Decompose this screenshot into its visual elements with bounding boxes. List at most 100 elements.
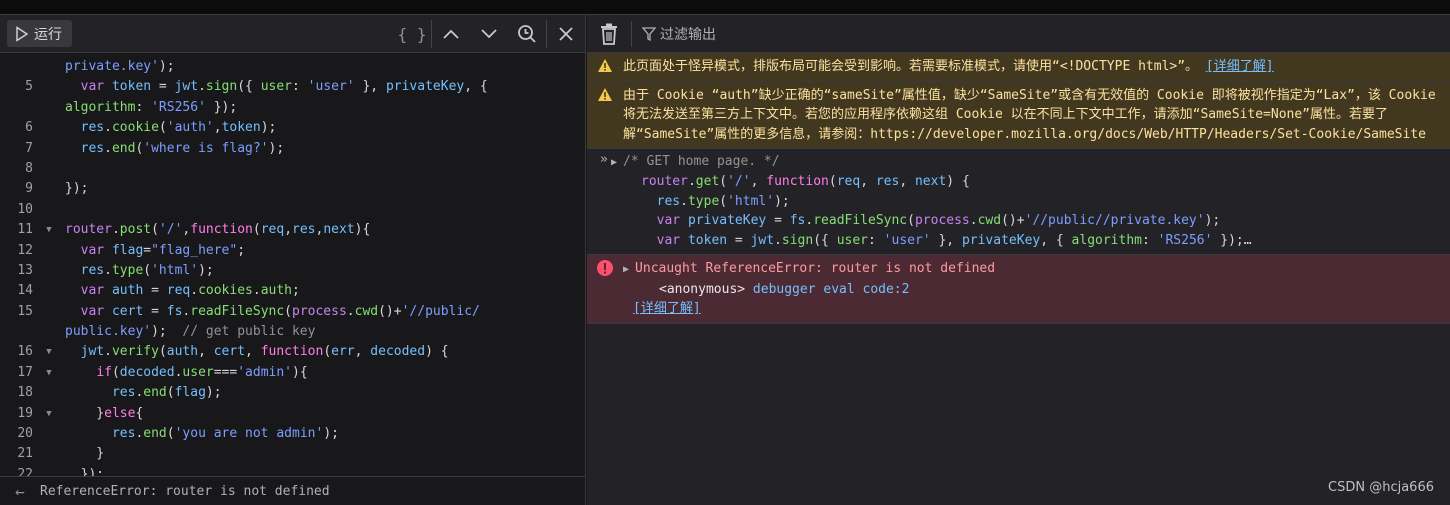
run-button[interactable]: 运行 — [7, 20, 72, 47]
code-line: 22 }); — [0, 465, 585, 476]
fold-arrow-icon[interactable]: ▼ — [33, 342, 65, 362]
code-token: get — [695, 174, 720, 190]
code-token: ()+ — [1001, 213, 1025, 229]
code-token: ( — [907, 213, 915, 229]
learn-more-link[interactable]: [详细了解] — [633, 301, 701, 316]
code-token: ); — [198, 262, 214, 278]
code-token: decoded — [119, 364, 175, 380]
stack-frame-location[interactable]: debugger eval code:2 — [753, 282, 910, 297]
console-input-line: var privateKey = fs. readFileSync(process… — [625, 211, 1252, 230]
line-number: 6 — [25, 120, 33, 136]
code-token: '//public/ — [401, 303, 480, 319]
code-token: var — [656, 213, 681, 229]
code-token: end — [143, 385, 167, 401]
code-token: ( — [828, 174, 837, 190]
expand-triangle-icon[interactable]: ▶ — [623, 264, 635, 275]
code-line: 11 ▼ router.post('/',function(req,res,next… — [0, 220, 585, 240]
code-token: . — [252, 283, 261, 299]
learn-more-link[interactable]: [详细了解] — [1206, 59, 1274, 74]
code-token: 'user' — [307, 79, 355, 95]
code-token: res — [111, 385, 136, 401]
code-token: res — [80, 140, 105, 156]
code-token: user — [836, 232, 869, 248]
code-text: }else{ — [65, 404, 585, 424]
code-token: . — [687, 174, 696, 190]
code-token: var — [80, 283, 105, 299]
gutter-spacer — [33, 322, 65, 342]
chevron-down-icon[interactable] — [470, 15, 508, 53]
warning-text: 此页面处于怪异模式，排版布局可能会受到影响。若需要标准模式，请使用“<!DOCT… — [623, 59, 1206, 74]
line-number: 13 — [17, 262, 33, 278]
editor-status-bar: ← ReferenceError: router is not defined — [0, 476, 585, 505]
code-text: public.key'); // get public key — [65, 322, 585, 342]
warning-message-cookie: 由于 Cookie “auth”缺少正确的“sameSite”属性值，缺少“Sa… — [587, 81, 1450, 149]
code-text: var cert = fs.readFileSync(process.cwd()… — [65, 302, 585, 322]
code-token: = — [143, 283, 167, 299]
code-token: readFileSync — [813, 213, 908, 229]
double-chevron-icon: » — [600, 152, 608, 167]
code-token: 'you are not admin' — [174, 426, 324, 442]
code-line: 7 res.end('where is flag?'); — [0, 139, 585, 159]
code-token: === — [213, 364, 238, 380]
warning-message-quirks: 此页面处于怪异模式，排版布局可能会受到影响。若需要标准模式，请使用“<!DOCT… — [587, 53, 1450, 82]
code-line: 17 ▼ if(decoded.user==='admin'){ — [0, 363, 585, 383]
trash-icon[interactable] — [587, 20, 632, 47]
code-token: verify — [111, 344, 159, 360]
code-token: }); — [205, 99, 238, 115]
console-input-echo[interactable]: » ▶ /* GET home page. */router.get('/', … — [587, 149, 1450, 256]
line-number: 22 — [17, 466, 33, 476]
code-line: 10 — [0, 200, 585, 220]
search-history-icon[interactable] — [508, 15, 546, 53]
code-token: var — [80, 303, 105, 319]
code-token: }, — [930, 232, 962, 248]
code-line: 5 var token = jwt.sign({ user: 'user' },… — [0, 77, 585, 97]
code-line: 16 ▼ jwt.verify(auth, cert, function(err,… — [0, 342, 585, 362]
code-text: algorithm: 'RS256' }); — [65, 98, 585, 118]
expand-triangle-icon[interactable]: ▶ — [611, 157, 623, 168]
warning-icon — [598, 87, 612, 101]
code-line: 18 res.end(flag); — [0, 383, 585, 403]
fold-arrow-icon[interactable]: ▼ — [33, 220, 65, 240]
code-token: res — [875, 174, 900, 190]
line-number: 19 — [17, 405, 33, 421]
line-number: 7 — [25, 140, 33, 156]
filter-output-input[interactable]: 过滤输出 — [642, 24, 716, 44]
code-token: , — [750, 174, 767, 190]
filter-icon — [642, 26, 656, 41]
code-token: err — [331, 344, 355, 360]
gutter-spacer — [33, 444, 65, 464]
chevron-up-icon[interactable] — [432, 15, 470, 53]
gutter-spacer — [33, 57, 65, 77]
code-token: ( — [252, 222, 261, 238]
error-message: ▶ Uncaught ReferenceError: router is not… — [587, 255, 1450, 324]
close-icon[interactable] — [547, 15, 585, 53]
code-token: . — [198, 79, 206, 95]
code-token: });… — [1212, 232, 1252, 248]
braces-icon[interactable]: { } — [393, 15, 431, 53]
code-token: , { — [464, 79, 488, 95]
code-token: = — [727, 232, 751, 248]
code-token: token — [111, 79, 152, 95]
gutter-spacer — [33, 383, 65, 403]
code-line: 21 } — [0, 444, 585, 464]
gutter-spacer — [33, 179, 65, 199]
code-token: = — [143, 303, 167, 319]
fold-arrow-icon[interactable]: ▼ — [33, 363, 65, 383]
fold-arrow-icon[interactable]: ▼ — [33, 404, 65, 424]
code-token: res — [80, 262, 105, 278]
code-token: = — [143, 242, 152, 258]
code-token: ( — [284, 303, 292, 319]
console-panel: 过滤输出 此页面处于怪异模式，排版布局可能会受到影响。若需要标准模式，请使用“<… — [587, 15, 1450, 505]
line-number — [0, 57, 33, 77]
code-text: res.end('you are not admin'); — [65, 424, 585, 444]
code-token: flag — [174, 385, 206, 401]
code-token: // get public key — [182, 324, 316, 340]
code-text: var flag="flag_here"; — [65, 241, 585, 261]
code-editor[interactable]: private.key'); 5 var token = jwt.sign({ u… — [0, 54, 585, 476]
